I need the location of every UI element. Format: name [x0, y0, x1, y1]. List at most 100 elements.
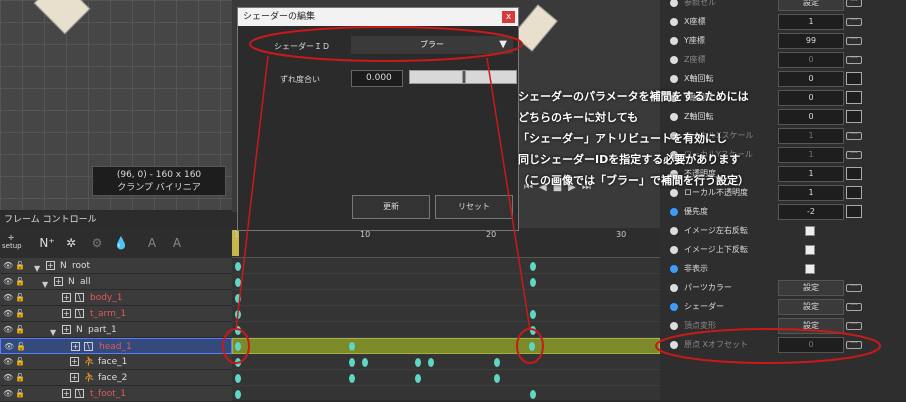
update-button[interactable]: 更新: [352, 195, 430, 219]
attribute-toggle-icon[interactable]: [670, 37, 678, 45]
property-value-input[interactable]: 0: [778, 71, 844, 87]
expand-box-icon[interactable]: +: [70, 373, 79, 382]
attribute-toggle-icon[interactable]: [670, 284, 678, 292]
property-row[interactable]: イメージ上下反転: [660, 241, 906, 259]
export-icon[interactable]: A: [168, 234, 186, 252]
eye-icon[interactable]: 👁: [3, 354, 13, 370]
property-row[interactable]: 参照セル 設定 ····: [660, 0, 906, 12]
curve-icon[interactable]: [846, 186, 862, 199]
add-part-icon[interactable]: ✲: [62, 234, 80, 252]
attribute-toggle-icon[interactable]: [670, 56, 678, 64]
layer-row-part[interactable]: 👁 🔓 ▼ + N part_1: [0, 322, 232, 338]
attribute-toggle-icon[interactable]: [670, 75, 678, 83]
keyframe[interactable]: [415, 374, 421, 383]
keyframe[interactable]: [235, 390, 241, 399]
property-checkbox[interactable]: [805, 264, 815, 274]
layer-row-t-arm[interactable]: 👁 🔓 + \ t_arm_1: [0, 306, 232, 322]
more-icon[interactable]: ····: [846, 151, 862, 159]
expand-box-icon[interactable]: +: [62, 293, 71, 302]
setup-icon[interactable]: ✛ setup: [2, 234, 22, 252]
keyframe[interactable]: [494, 374, 500, 383]
eye-icon[interactable]: 👁: [3, 274, 13, 290]
add-bone-icon[interactable]: ⚙: [88, 234, 106, 252]
more-icon[interactable]: ····: [846, 322, 862, 330]
canvas-viewport[interactable]: (96, 0) - 160 x 160 クランプ バイリニア: [0, 0, 232, 210]
expand-box-icon[interactable]: +: [71, 342, 80, 351]
eye-icon[interactable]: 👁: [3, 258, 13, 274]
property-row[interactable]: イメージ左右反転: [660, 222, 906, 240]
keyframe[interactable]: [235, 358, 241, 367]
lock-icon[interactable]: 🔓: [15, 258, 25, 274]
property-value-input[interactable]: 0: [778, 337, 844, 353]
property-row[interactable]: 原点 Xオフセット 0 ····: [660, 336, 906, 354]
attribute-toggle-icon[interactable]: [670, 322, 678, 330]
keyframe[interactable]: [235, 278, 241, 287]
property-row[interactable]: 優先度 -2: [660, 203, 906, 221]
keyframe[interactable]: [428, 358, 434, 367]
lock-icon[interactable]: 🔓: [15, 354, 25, 370]
more-icon[interactable]: ····: [846, 56, 862, 64]
keyframe[interactable]: [235, 294, 241, 303]
eye-icon[interactable]: 👁: [3, 322, 13, 338]
property-checkbox[interactable]: [805, 245, 815, 255]
keyframe[interactable]: [235, 342, 241, 351]
keyframe[interactable]: [362, 358, 368, 367]
degree-input[interactable]: 0.000: [351, 70, 403, 87]
shader-id-select[interactable]: ブラー ▼: [351, 36, 513, 54]
property-value-input[interactable]: 0: [778, 90, 844, 106]
expand-box-icon[interactable]: +: [62, 309, 71, 318]
more-icon[interactable]: ····: [846, 132, 862, 140]
attribute-toggle-icon[interactable]: [670, 303, 678, 311]
curve-icon[interactable]: [846, 91, 862, 104]
expand-box-icon[interactable]: +: [46, 261, 55, 270]
layer-row-all[interactable]: 👁 🔓 ▼ + N all: [0, 274, 232, 290]
layer-row-head-selected[interactable]: 👁 🔓 + \ head_1: [0, 338, 232, 354]
keyframe[interactable]: [530, 326, 536, 335]
keyframe[interactable]: [529, 342, 535, 351]
eye-icon[interactable]: 👁: [3, 370, 13, 386]
property-value-input[interactable]: 99: [778, 33, 844, 49]
attribute-toggle-icon[interactable]: [670, 18, 678, 26]
more-icon[interactable]: ····: [846, 284, 862, 292]
attribute-toggle-icon[interactable]: [670, 208, 678, 216]
import-icon[interactable]: A: [143, 234, 161, 252]
keyframe[interactable]: [530, 390, 536, 399]
more-icon[interactable]: ····: [846, 0, 862, 7]
lock-icon[interactable]: 🔓: [15, 274, 25, 290]
property-row[interactable]: 頂点変形 設定 ····: [660, 317, 906, 335]
more-icon[interactable]: ····: [846, 18, 862, 26]
layer-row-face1[interactable]: 👁 🔓 + ⛹ face_1: [0, 354, 232, 370]
property-row[interactable]: シェーダー 設定 ····: [660, 298, 906, 316]
curve-icon[interactable]: [846, 72, 862, 85]
property-row[interactable]: Y座標 99 ····: [660, 32, 906, 50]
property-set-button[interactable]: 設定: [778, 318, 844, 334]
lock-icon[interactable]: 🔓: [15, 322, 25, 338]
attribute-toggle-icon[interactable]: [670, 265, 678, 273]
frame-ruler[interactable]: 1 10 20 30: [232, 228, 660, 258]
property-value-input[interactable]: 0: [778, 52, 844, 68]
property-value-input[interactable]: 1: [778, 14, 844, 30]
property-row[interactable]: パーツカラー 設定 ····: [660, 279, 906, 297]
property-value-input[interactable]: 1: [778, 185, 844, 201]
eye-icon[interactable]: 👁: [3, 290, 13, 306]
eye-icon[interactable]: 👁: [3, 306, 13, 322]
keyframe[interactable]: [235, 310, 241, 319]
layer-row-body[interactable]: 👁 🔓 + \ body_1: [0, 290, 232, 306]
degree-slider[interactable]: [409, 70, 517, 84]
property-set-button[interactable]: 設定: [778, 0, 844, 11]
lock-icon[interactable]: 🔓: [15, 306, 25, 322]
expand-box-icon[interactable]: +: [54, 277, 63, 286]
layer-row-face2[interactable]: 👁 🔓 + ⛹ face_2: [0, 370, 232, 386]
property-value-input[interactable]: -2: [778, 204, 844, 220]
curve-icon[interactable]: [846, 167, 862, 180]
lock-icon[interactable]: 🔓: [16, 339, 26, 355]
attribute-toggle-icon[interactable]: [670, 0, 678, 7]
property-row[interactable]: Z座標 0 ····: [660, 51, 906, 69]
close-icon[interactable]: x: [502, 11, 515, 23]
attribute-toggle-icon[interactable]: [670, 341, 678, 349]
layer-row-root[interactable]: 👁 🔓 ▼ + N root: [0, 258, 232, 274]
curve-icon[interactable]: [846, 205, 862, 218]
add-null-icon[interactable]: N⁺: [38, 234, 56, 252]
property-set-button[interactable]: 設定: [778, 299, 844, 315]
property-value-input[interactable]: 1: [778, 128, 844, 144]
